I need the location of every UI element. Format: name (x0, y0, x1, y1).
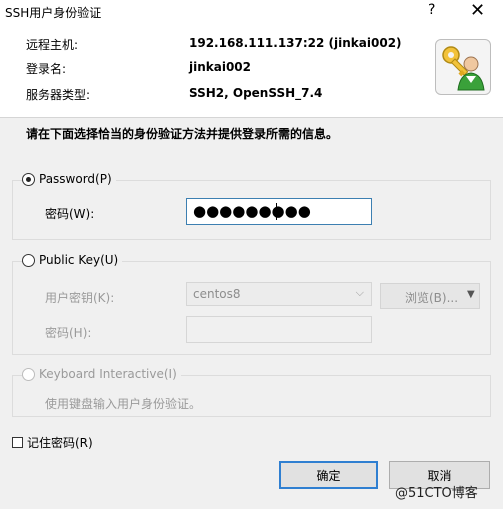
remember-label: 记住密码(R) (27, 436, 93, 450)
instruction-text: 请在下面选择恰当的身份验证方法并提供登录所需的信息。 (26, 127, 339, 141)
checkbox-icon (12, 437, 23, 448)
radio-checked-icon (22, 172, 35, 186)
login-label: 登录名: (26, 62, 67, 76)
publickey-radio-label: Public Key(U) (39, 253, 119, 267)
help-button[interactable]: ? (428, 2, 435, 18)
publickey-radio[interactable]: Public Key(U) (22, 253, 123, 267)
chevron-down-icon: ⌵ (355, 286, 364, 299)
title-bar: SSH用户身份验证 ? ✕ (0, 0, 503, 24)
browse-button[interactable]: 浏览(B)... ▼ (380, 283, 480, 309)
radio-disabled-icon (22, 367, 35, 381)
dropdown-arrow-icon: ▼ (467, 289, 475, 300)
server-type-value: SSH2, OpenSSH_7.4 (189, 86, 323, 100)
password-masked-value: ●●●●●●●●● (193, 202, 311, 220)
user-key-value: centos8 (193, 287, 241, 301)
passphrase-label: 密码(H): (45, 326, 92, 340)
radio-unchecked-icon (22, 253, 35, 267)
remember-checkbox[interactable]: 记住密码(R) (12, 434, 93, 451)
password-input[interactable]: ●●●●●●●●● (186, 198, 372, 225)
passphrase-input[interactable] (186, 316, 372, 343)
keyboard-radio[interactable]: Keyboard Interactive(I) (22, 367, 181, 381)
close-button[interactable]: ✕ (470, 0, 485, 21)
browse-label: 浏览(B)... (405, 291, 459, 305)
password-radio[interactable]: Password(P) (22, 172, 116, 186)
login-value: jinkai002 (189, 60, 252, 74)
keyboard-radio-label: Keyboard Interactive(I) (39, 367, 177, 381)
text-caret (276, 203, 277, 220)
host-label: 远程主机: (26, 38, 79, 52)
user-key-select[interactable]: centos8 ⌵ (186, 282, 372, 306)
watermark: @51CTO博客 (395, 486, 478, 501)
user-key-label: 用户密钥(K): (45, 291, 115, 305)
window-title: SSH用户身份验证 (5, 6, 102, 20)
server-type-label: 服务器类型: (26, 88, 91, 102)
password-radio-label: Password(P) (39, 172, 112, 186)
password-field-label: 密码(W): (45, 207, 95, 221)
keyboard-description: 使用键盘输入用户身份验证。 (45, 397, 202, 411)
host-value: 192.168.111.137:22 (jinkai002) (189, 36, 402, 50)
key-user-icon (435, 39, 491, 95)
ok-button[interactable]: 确定 (279, 461, 378, 489)
